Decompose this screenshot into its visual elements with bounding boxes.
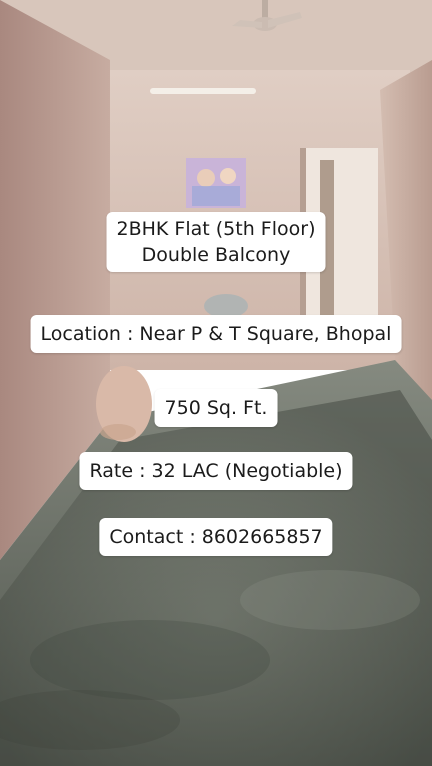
caption-area-text: 750 Sq. Ft.	[164, 397, 268, 419]
caption-location-text: Location : Near P & T Square, Bhopal	[40, 323, 392, 345]
caption-rate-text: Rate : 32 LAC (Negotiable)	[89, 460, 343, 482]
caption-title-line2: Double Balcony	[141, 244, 291, 266]
caption-title: 2BHK Flat (5th Floor) Double Balcony	[106, 212, 326, 272]
caption-rate: Rate : 32 LAC (Negotiable)	[79, 452, 353, 490]
tube-light	[150, 88, 256, 94]
room-photo	[0, 0, 432, 766]
caption-contact: Contact : 8602665857	[99, 518, 333, 556]
caption-location: Location : Near P & T Square, Bhopal	[30, 315, 402, 353]
caption-area: 750 Sq. Ft.	[154, 389, 278, 427]
caption-title-line1: 2BHK Flat (5th Floor)	[116, 218, 316, 240]
caption-contact-text: Contact : 8602665857	[109, 526, 323, 548]
